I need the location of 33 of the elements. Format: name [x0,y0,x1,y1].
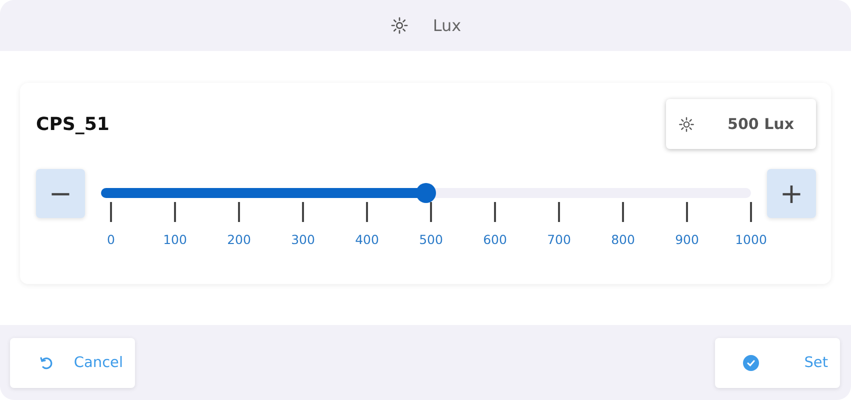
tick-mark [750,202,752,222]
tick-mark [366,202,368,222]
device-name: CPS_51 [36,114,110,134]
sun-icon [390,16,409,35]
tick-mark [558,202,560,222]
tick-mark [302,202,304,222]
tick-label: 100 [163,232,187,247]
tick-mark [174,202,176,222]
tick-label: 400 [355,232,379,247]
check-circle-icon [743,354,759,370]
tick-label: 500 [419,232,443,247]
tick-label: 200 [227,232,251,247]
decrease-button[interactable]: − [36,169,85,218]
tick-label: 600 [483,232,507,247]
tick-label: 800 [611,232,635,247]
tick-label: 300 [291,232,315,247]
tick-mark [622,202,624,222]
tick-label: 0 [107,232,115,247]
tick-mark [238,202,240,222]
tick-mark [110,202,112,222]
tick-mark [686,202,688,222]
value-text: 500 Lux [728,115,794,133]
tick-mark [494,202,496,222]
window-title: Lux [432,16,462,35]
undo-icon [38,354,54,370]
slider-thumb[interactable] [416,183,436,203]
tick-label: 900 [675,232,699,247]
increase-button[interactable]: + [767,169,816,218]
tick-label: 700 [547,232,571,247]
slider-track[interactable] [101,183,751,203]
tick-label: 1000 [735,232,767,247]
sun-icon [678,116,695,132]
tick-mark [430,202,432,222]
